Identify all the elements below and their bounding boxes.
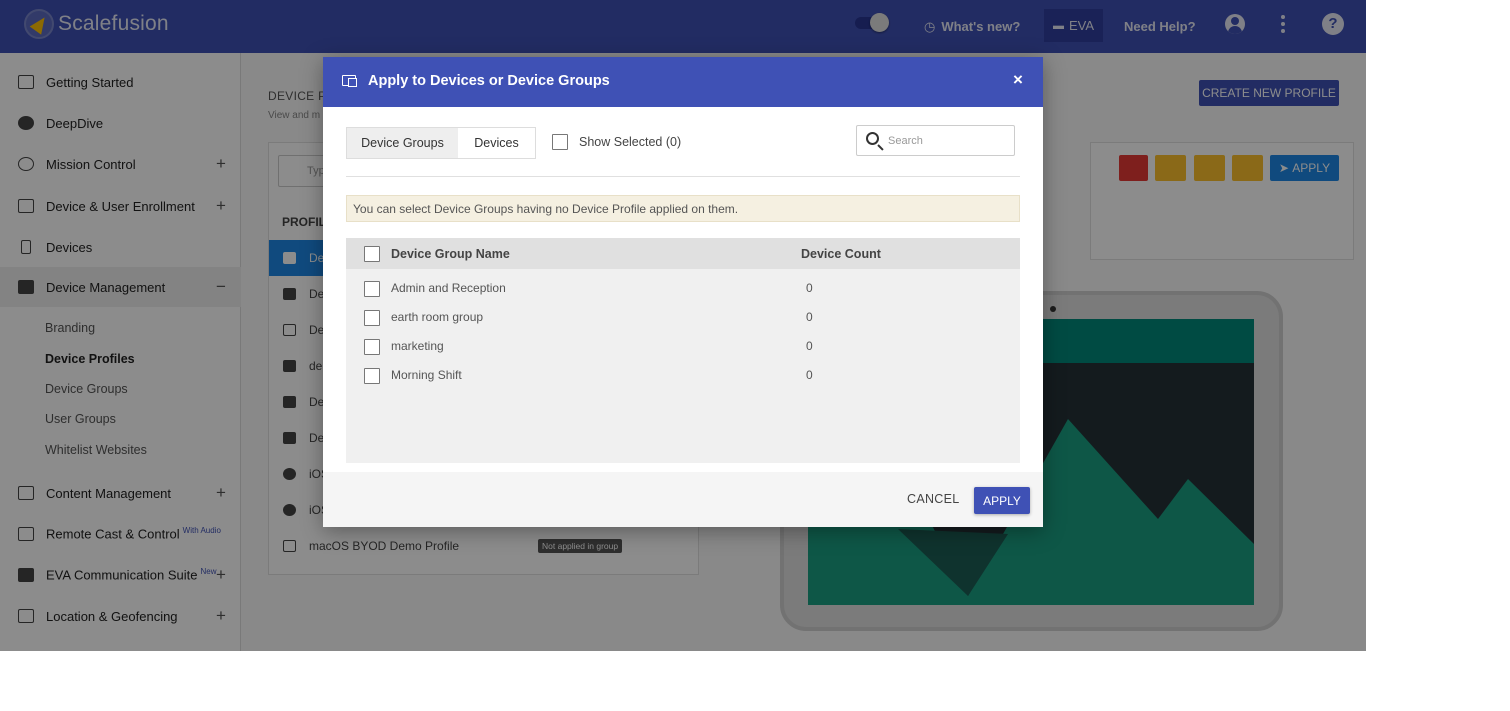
row-checkbox[interactable] xyxy=(364,339,380,355)
table-row[interactable]: marketing 0 xyxy=(346,332,1020,361)
show-selected-label: Show Selected (0) xyxy=(579,135,682,149)
app-window: Scalefusion ◷ What's new? ▬ EVA Need Hel… xyxy=(0,0,1366,651)
select-all-checkbox[interactable] xyxy=(364,246,380,262)
row-checkbox[interactable] xyxy=(364,310,380,326)
dialog-footer: CANCEL APPLY xyxy=(323,472,1043,527)
table-header: Device Group Name Device Count xyxy=(346,238,1020,269)
info-notice: You can select Device Groups having no D… xyxy=(346,195,1020,222)
group-name: earth room group xyxy=(391,310,484,324)
dialog-search xyxy=(856,125,1015,156)
group-name: marketing xyxy=(391,339,444,353)
devices-icon xyxy=(342,75,357,87)
dialog-header: Apply to Devices or Device Groups × xyxy=(323,57,1043,107)
device-group-table: Device Group Name Device Count Admin and… xyxy=(346,238,1020,463)
apply-dialog: Apply to Devices or Device Groups × Devi… xyxy=(323,57,1043,527)
device-count: 0 xyxy=(806,368,813,382)
table-row[interactable]: Admin and Reception 0 xyxy=(346,274,1020,303)
apply-button[interactable]: APPLY xyxy=(974,487,1030,514)
table-row[interactable]: earth room group 0 xyxy=(346,303,1020,332)
divider xyxy=(346,176,1020,177)
device-count: 0 xyxy=(806,339,813,353)
tab-devices[interactable]: Devices xyxy=(458,128,535,158)
group-name: Admin and Reception xyxy=(391,281,506,295)
search-input[interactable] xyxy=(888,130,1008,152)
target-tabs: Device Groups Devices xyxy=(346,127,536,159)
cancel-button[interactable]: CANCEL xyxy=(907,492,960,506)
row-checkbox[interactable] xyxy=(364,281,380,297)
column-header-name: Device Group Name xyxy=(391,247,510,261)
show-selected-checkbox[interactable] xyxy=(552,134,568,150)
device-count: 0 xyxy=(806,281,813,295)
column-header-count: Device Count xyxy=(801,247,881,261)
close-icon[interactable]: × xyxy=(1013,70,1023,90)
row-checkbox[interactable] xyxy=(364,368,380,384)
tab-device-groups[interactable]: Device Groups xyxy=(347,128,458,158)
device-count: 0 xyxy=(806,310,813,324)
table-row[interactable]: Morning Shift 0 xyxy=(346,361,1020,390)
search-icon xyxy=(866,132,879,145)
group-name: Morning Shift xyxy=(391,368,462,382)
dialog-title: Apply to Devices or Device Groups xyxy=(368,73,610,89)
